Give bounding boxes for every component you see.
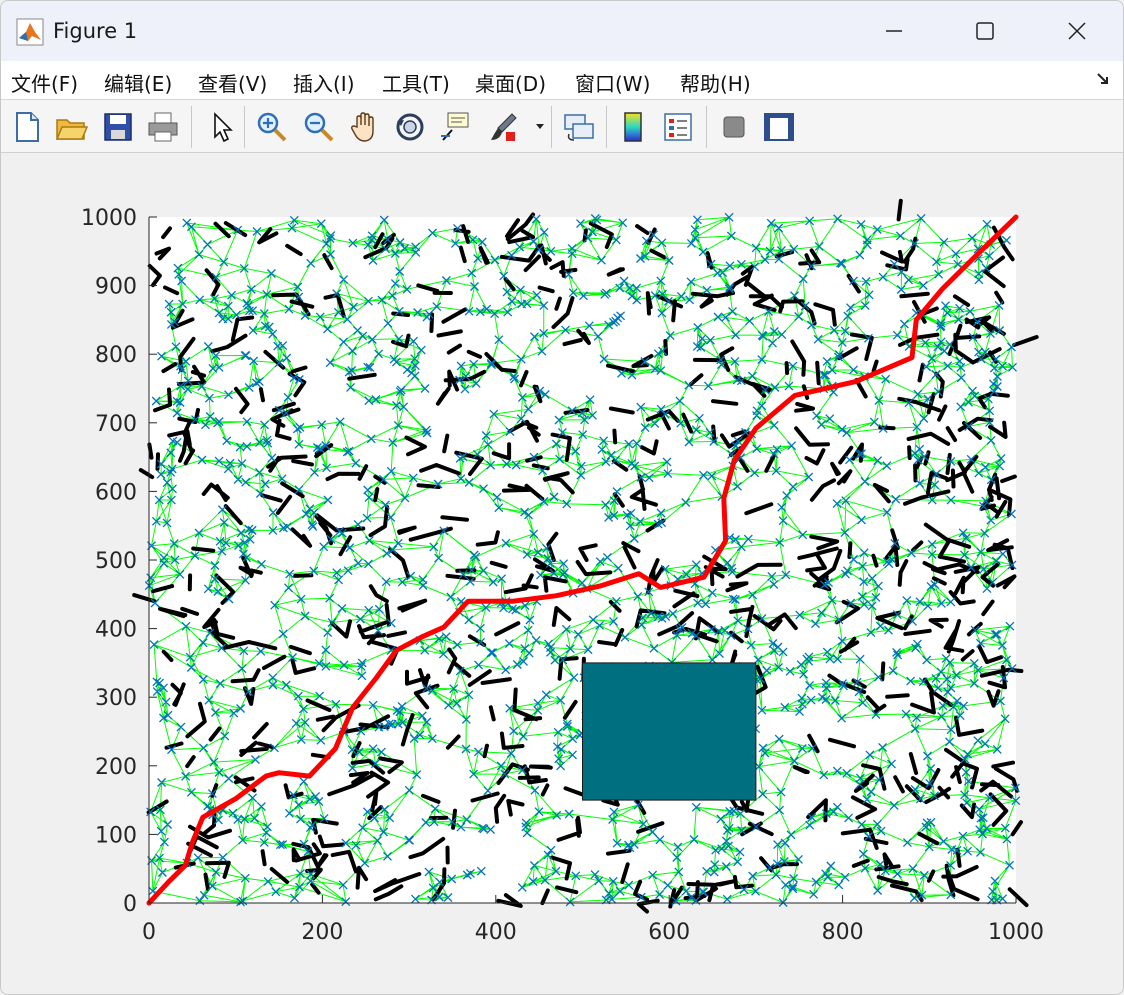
y-tick-label: 900 [95,275,137,300]
minimize-button[interactable] [847,1,940,61]
window-title: Figure 1 [53,19,138,43]
y-tick-label: 0 [123,892,137,917]
maximize-button[interactable] [938,1,1031,61]
toolbar-separator [606,106,607,148]
figure-toolbar [1,100,1123,153]
toolbar-separator [244,106,245,148]
plot-canvas: 0 200 400 600 800 1000 0 100 200 300 400 500 600 700 8… [81,198,1044,945]
y-tick-label: 700 [95,412,137,437]
menu-edit[interactable]: 编辑(E) [104,68,172,97]
y-tick-label: 200 [95,755,137,780]
x-tick-label: 400 [475,920,517,945]
zoom-in-icon[interactable] [254,110,288,144]
menu-insert[interactable]: 插入(I) [293,68,355,97]
y-tick-label: 800 [95,343,137,368]
brush-dropdown-icon[interactable] [527,110,561,144]
data-cursor-icon[interactable] [438,110,472,144]
y-tick-label: 300 [95,686,137,711]
new-figure-icon[interactable] [10,110,44,144]
x-tick-label: 200 [301,920,343,945]
pan-hand-icon[interactable] [348,110,382,144]
x-tick-label: 0 [142,920,156,945]
toolbar-separator [191,106,192,148]
colorbar-icon[interactable] [616,110,650,144]
close-button[interactable] [1030,1,1123,61]
obstacle [582,662,757,801]
link-plot-icon[interactable] [562,110,596,144]
brush-icon[interactable] [486,110,520,144]
toolbar-separator [706,106,707,148]
figure-canvas: 0 200 400 600 800 1000 0 100 200 300 400 500 600 700 8… [1,153,1123,994]
legend-icon[interactable] [661,110,695,144]
save-icon[interactable] [101,110,135,144]
close-icon [1067,22,1086,40]
menu-window[interactable]: 窗口(W) [575,68,650,97]
show-plot-tools-icon[interactable] [762,110,796,144]
menu-desktop[interactable]: 桌面(D) [475,68,546,97]
y-tick-label: 400 [95,618,137,643]
maximize-icon [975,22,994,40]
hide-plot-tools-icon[interactable] [717,110,751,144]
toolbar-separator [551,106,552,148]
x-tick-label: 1000 [988,920,1044,945]
menu-tools[interactable]: 工具(T) [382,68,450,97]
x-tick-label: 800 [822,920,864,945]
matlab-icon [16,18,44,46]
print-icon[interactable] [146,110,180,144]
rotate-3d-icon[interactable] [393,110,427,144]
open-file-icon[interactable] [54,110,88,144]
edit-plot-arrow-icon[interactable] [204,110,238,144]
menu-view[interactable]: 查看(V) [198,68,267,97]
zoom-out-icon[interactable] [301,110,335,144]
menu-help[interactable]: 帮助(H) [680,68,751,97]
minimize-icon [885,30,902,32]
menu-file[interactable]: 文件(F) [11,68,78,97]
y-tick-label: 1000 [81,206,137,231]
title-bar: Figure 1 [1,1,1123,61]
figure-window: Figure 1 文件(F) 编辑(E) 查看(V) 插入(I) 工具(T) 桌… [0,0,1124,995]
y-tick-label: 500 [95,549,137,574]
y-tick-label: 600 [95,480,137,505]
dock-arrow-icon[interactable] [1095,71,1111,87]
x-tick-label: 600 [648,920,690,945]
y-tick-label: 100 [95,823,137,848]
menu-bar: 文件(F) 编辑(E) 查看(V) 插入(I) 工具(T) 桌面(D) 窗口(W… [1,61,1123,100]
